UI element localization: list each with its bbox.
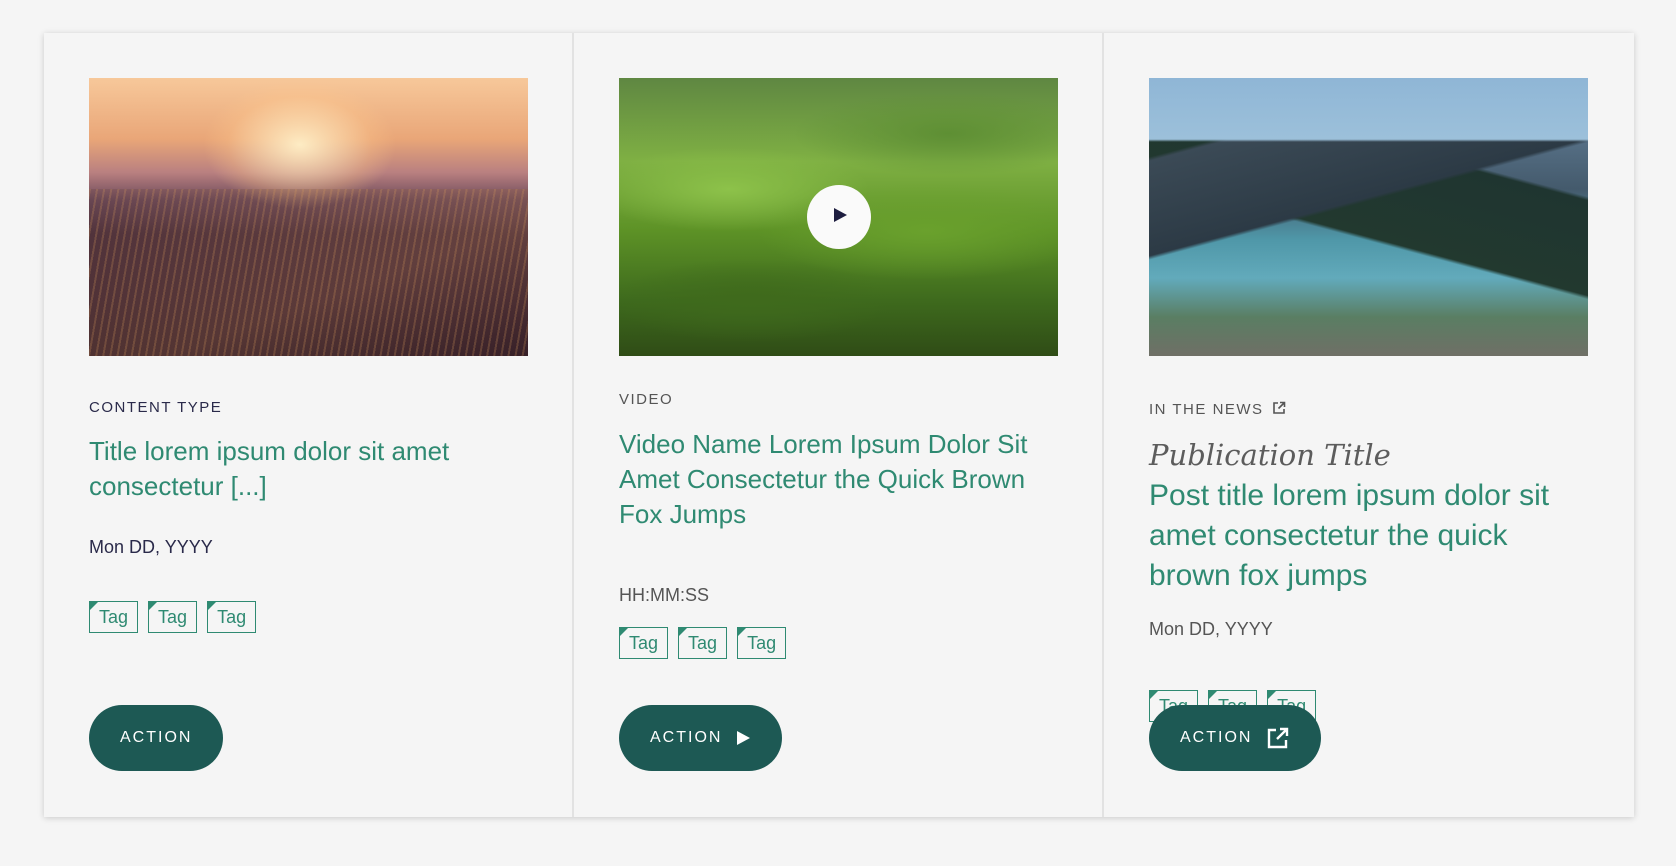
video-duration: HH:MM:SS: [619, 585, 709, 605]
mountain-lake-image: [1149, 78, 1588, 356]
tag[interactable]: Tag: [89, 601, 139, 633]
card-image[interactable]: [1149, 78, 1588, 356]
card-image[interactable]: [89, 78, 528, 356]
news-card: IN THE NEWS Publication Title Post title…: [1104, 33, 1634, 817]
video-card: VIDEO Video Name Lorem Ipsum Dolor Sit A…: [574, 33, 1104, 817]
action-button-label: ACTION: [1180, 729, 1253, 746]
content-type-label: CONTENT TYPE: [89, 399, 223, 416]
card-date: Mon DD, YYYY: [1149, 619, 1273, 639]
tag[interactable]: Tag: [148, 601, 198, 633]
eyebrow-text: IN THE NEWS: [1149, 401, 1264, 418]
action-button[interactable]: ACTION: [89, 705, 224, 771]
tag[interactable]: Tag: [619, 627, 669, 659]
card-row: CONTENT TYPE Title lorem ipsum dolor sit…: [44, 33, 1634, 817]
tag-list: Tag Tag Tag: [619, 627, 787, 659]
tag[interactable]: Tag: [678, 627, 728, 659]
play-icon: [829, 207, 848, 228]
play-icon: [736, 730, 751, 746]
play-overlay-button[interactable]: [806, 185, 871, 249]
content-card: CONTENT TYPE Title lorem ipsum dolor sit…: [44, 33, 574, 817]
post-title-link[interactable]: Post title lorem ipsum dolor sit amet co…: [1149, 476, 1589, 596]
external-link-icon: [1272, 401, 1286, 419]
tag[interactable]: Tag: [207, 601, 257, 633]
action-play-button[interactable]: ACTION: [619, 705, 783, 771]
publication-title: Publication Title: [1149, 438, 1391, 472]
tag-list: Tag Tag Tag: [89, 601, 257, 633]
video-title-link[interactable]: Video Name Lorem Ipsum Dolor Sit Amet Co…: [619, 427, 1059, 532]
content-type-label: VIDEO: [619, 391, 674, 408]
tag[interactable]: Tag: [737, 627, 787, 659]
action-button-label: ACTION: [650, 729, 723, 746]
sunset-image: [89, 78, 528, 356]
content-type-label: IN THE NEWS: [1149, 401, 1286, 419]
video-thumbnail[interactable]: [619, 78, 1058, 356]
external-link-icon: [1266, 726, 1290, 750]
action-external-button[interactable]: ACTION: [1149, 705, 1322, 771]
action-button-label: ACTION: [120, 729, 193, 746]
card-date: Mon DD, YYYY: [89, 537, 213, 557]
card-title-link[interactable]: Title lorem ipsum dolor sit amet consect…: [89, 434, 529, 504]
